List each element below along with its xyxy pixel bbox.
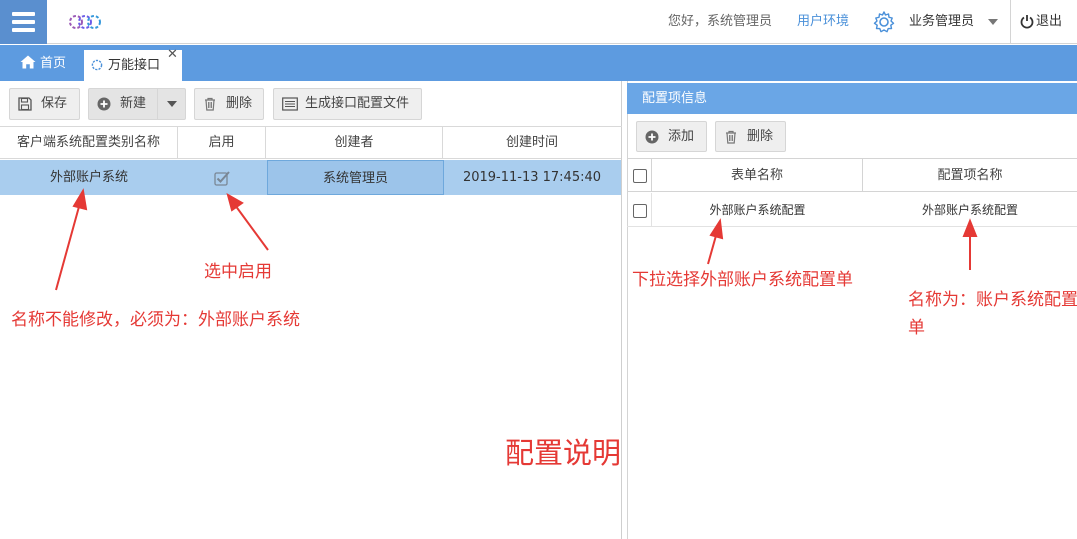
plus-circle-icon [645,130,659,144]
column-header-enabled[interactable]: 启用 [178,127,266,159]
cell-created-time[interactable]: 2019-11-13 17:45:40 [443,160,621,195]
cell-form-name[interactable]: 外部账户系统配置 [652,193,863,227]
annotation-title: 配置说明 [505,436,622,470]
checkbox[interactable] [633,204,647,218]
gear-icon[interactable] [872,10,896,34]
logout-label: 退出 [1036,14,1063,29]
new-button[interactable]: 新建 [88,88,158,120]
annotation-select-enable: 选中启用 [204,262,272,282]
new-label: 新建 [120,96,147,111]
delete-item-button[interactable]: 删除 [715,121,786,152]
generate-label: 生成接口配置文件 [305,96,410,111]
delete-button[interactable]: 删除 [194,88,264,120]
save-label: 保存 [41,96,68,111]
column-header-form-name[interactable]: 表单名称 [652,158,863,192]
new-dropdown-button[interactable] [157,88,186,120]
add-label: 添加 [668,129,695,144]
chevron-down-icon[interactable] [988,19,998,25]
save-button[interactable]: 保存 [9,88,80,120]
logo-icon [69,15,101,29]
plugin-icon [91,59,103,71]
annotation-name-rule: 名称不能修改，必须为：外部账户系统 [11,310,300,330]
trash-icon [205,97,215,111]
column-header-creator[interactable]: 创建者 [266,127,443,159]
add-button[interactable]: 添加 [636,121,707,152]
role-dropdown[interactable]: 业务管理员 [909,0,974,44]
annotation-config-name-rule: 名称为：账户系统配置单 [908,290,1077,338]
caret-down-icon [167,101,177,107]
column-header-category-name[interactable]: 客户端系统配置类别名称 [0,127,178,159]
menu-toggle-button[interactable] [0,0,47,44]
delete-item-label: 删除 [747,129,774,144]
user-environment-link[interactable]: 用户环境 [797,0,849,44]
checkbox[interactable] [633,169,647,183]
divider [1010,0,1011,44]
tab-home-label: 首页 [40,56,67,71]
checkbox-checked-icon[interactable] [214,170,230,186]
delete-label: 删除 [226,96,253,111]
cell-category-name[interactable]: 外部账户系统 [0,160,178,195]
close-icon[interactable]: ✕ [167,48,179,61]
greeting-text: 您好，系统管理员 [668,14,773,29]
generate-config-file-button[interactable]: 生成接口配置文件 [273,88,422,120]
column-header-created-time[interactable]: 创建时间 [443,127,621,159]
power-icon[interactable] [1020,14,1034,29]
column-header-config-item-name[interactable]: 配置项名称 [863,158,1077,192]
annotation-dropdown-rule: 下拉选择外部账户系统配置单 [632,270,853,290]
save-icon [18,97,32,111]
row-checkbox[interactable] [627,193,652,227]
plus-circle-icon [97,97,111,111]
cell-creator[interactable]: 系统管理员 [267,160,444,195]
cell-config-item-name[interactable]: 外部账户系统配置 [863,193,1077,227]
select-all-checkbox[interactable] [627,158,652,192]
tab-label: 万能接口 [108,58,161,73]
tab-home[interactable]: 首页 [8,45,66,81]
config-item-panel-title: 配置项信息 [627,83,1077,114]
trash-icon [726,130,736,144]
logout-button[interactable]: 退出 [1036,0,1062,44]
list-icon [282,97,298,111]
